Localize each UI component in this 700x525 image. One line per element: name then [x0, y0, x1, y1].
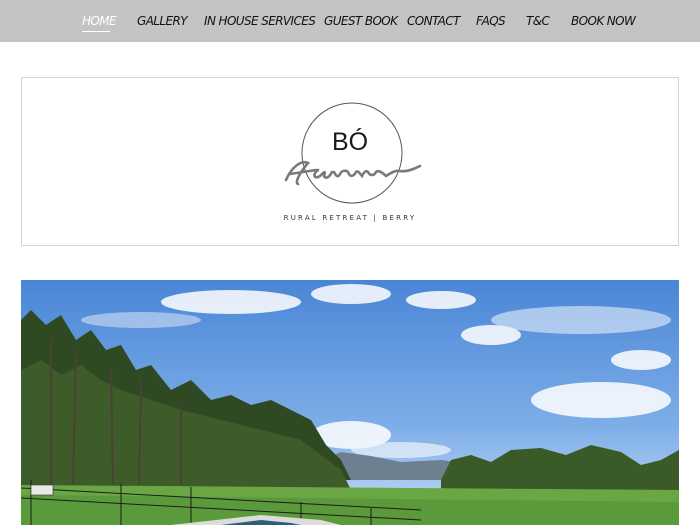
top-navigation-bar: HOME GALLERY IN HOUSE SERVICES GUEST BOO…	[0, 0, 700, 42]
brand-name: BÓ	[331, 128, 369, 156]
nav-item-book-now[interactable]: BOOK NOW	[571, 13, 636, 29]
hero-image	[21, 280, 679, 525]
nav-item-in-house-services[interactable]: IN HOUSE SERVICES	[204, 13, 316, 29]
farm-landscape-image	[21, 280, 679, 525]
nav-item-guest-book[interactable]: GUEST BOOK	[324, 13, 398, 29]
nav-item-faqs[interactable]: FAQS	[476, 13, 506, 29]
logo-panel: BÓ RURAL RETREAT | BERRY	[21, 77, 679, 246]
nav-item-contact[interactable]: CONTACT	[407, 13, 460, 29]
nav-item-terms[interactable]: T&C	[526, 13, 550, 29]
tagline: RURAL RETREAT | BERRY	[283, 214, 417, 222]
nav-item-home[interactable]: HOME	[82, 13, 117, 29]
nav-active-underline	[82, 31, 110, 32]
nav-item-gallery[interactable]: GALLERY	[137, 13, 188, 29]
